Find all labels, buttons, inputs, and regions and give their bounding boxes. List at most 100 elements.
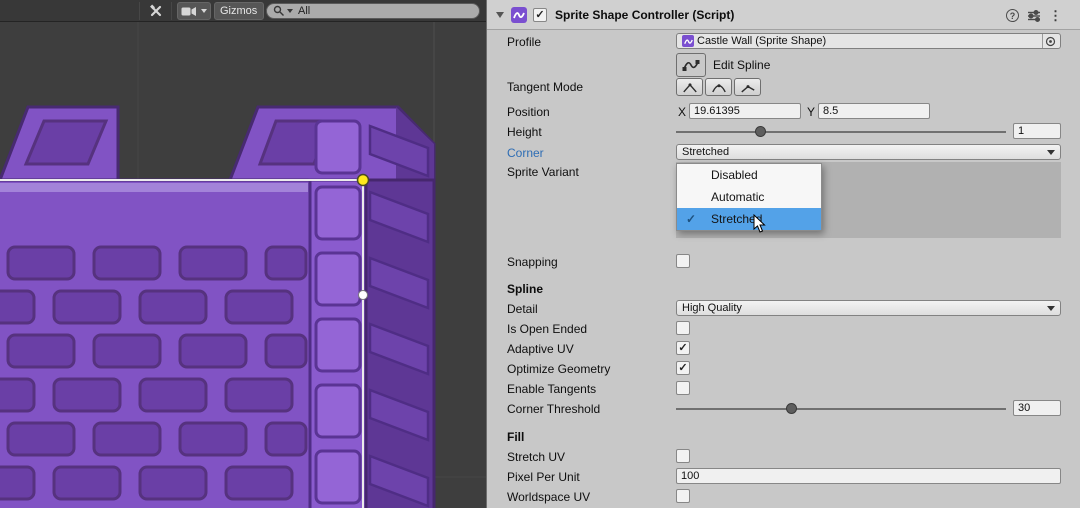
corner-dropdown[interactable]: Stretched (676, 144, 1061, 160)
scene-search-field[interactable] (266, 3, 480, 19)
tangent-mode-row: Tangent Mode (487, 78, 1080, 96)
position-y-field[interactable] (818, 103, 930, 119)
height-label: Height (507, 125, 542, 139)
edit-spline-label: Edit Spline (713, 58, 770, 72)
object-picker-icon[interactable] (1042, 34, 1058, 48)
detail-value: High Quality (682, 302, 742, 314)
component-title: Sprite Shape Controller (Script) (555, 8, 734, 22)
optimize-geometry-checkbox[interactable]: ✓ (676, 361, 690, 375)
spline-point-white[interactable] (359, 291, 368, 300)
chevron-down-icon (1047, 306, 1055, 311)
camera-icon (181, 6, 197, 17)
corner-threshold-value-field[interactable] (1013, 400, 1061, 416)
position-label: Position (507, 105, 550, 119)
is-open-ended-checkbox[interactable] (676, 321, 690, 335)
fill-section-header: Fill (507, 430, 524, 444)
slider-thumb[interactable] (786, 403, 797, 414)
corner-threshold-slider[interactable] (676, 400, 1006, 418)
pixel-per-unit-row: Pixel Per Unit (487, 468, 1080, 486)
mouse-cursor (753, 214, 767, 234)
corner-value: Stretched (682, 146, 729, 158)
inspector-panel: ✓ Sprite Shape Controller (Script) ? ⋮ P… (486, 0, 1080, 508)
component-enabled-checkbox[interactable]: ✓ (533, 8, 547, 22)
check-icon: ✓ (686, 208, 696, 230)
sprite-shape-controller-icon (511, 7, 527, 23)
gizmos-button[interactable]: Gizmos (214, 2, 264, 20)
dropdown-item-label: Automatic (711, 190, 764, 204)
spline-point-selected-yellow[interactable] (358, 175, 369, 186)
tangent-continuous-button[interactable] (705, 78, 732, 96)
gizmos-label: Gizmos (220, 5, 257, 17)
profile-label: Profile (507, 35, 541, 49)
optimize-geometry-row: Optimize Geometry ✓ (487, 360, 1080, 378)
help-icon[interactable]: ? (1006, 9, 1019, 22)
stretch-uv-label: Stretch UV (507, 450, 565, 464)
scene-view-panel: Gizmos (0, 0, 486, 508)
profile-row: Profile Castle Wall (Sprite Shape) (487, 33, 1080, 51)
search-input[interactable] (298, 5, 473, 17)
spline-section-row: Spline (487, 280, 1080, 298)
adaptive-uv-checkbox[interactable]: ✓ (676, 341, 690, 355)
toolbar-separator (139, 2, 140, 20)
scene-canvas[interactable] (0, 22, 486, 508)
search-filter-chevron-icon[interactable] (287, 9, 293, 13)
dropdown-item-stretched[interactable]: ✓ Stretched (677, 208, 821, 230)
height-value-field[interactable] (1013, 123, 1061, 139)
slider-track (676, 408, 1006, 410)
presets-icon[interactable] (1026, 8, 1041, 23)
pixel-per-unit-field[interactable] (676, 468, 1061, 484)
component-header[interactable]: ✓ Sprite Shape Controller (Script) ? ⋮ (487, 0, 1080, 30)
position-x-label: X (678, 105, 686, 119)
enable-tangents-label: Enable Tangents (507, 382, 596, 396)
chevron-down-icon (1047, 150, 1055, 155)
worldspace-uv-row: Worldspace UV (487, 488, 1080, 506)
position-x-field[interactable] (689, 103, 801, 119)
detail-row: Detail High Quality (487, 300, 1080, 318)
position-row: Position X Y (487, 103, 1080, 121)
detail-dropdown[interactable]: High Quality (676, 300, 1061, 316)
corner-threshold-label: Corner Threshold (507, 402, 600, 416)
adaptive-uv-label: Adaptive UV (507, 342, 574, 356)
corner-threshold-row: Corner Threshold (487, 400, 1080, 418)
tangent-linear-button[interactable] (676, 78, 703, 96)
toolbar-separator (171, 2, 172, 20)
profile-object-field[interactable]: Castle Wall (Sprite Shape) (676, 33, 1061, 49)
unity-editor: Gizmos (0, 0, 1080, 508)
slider-track (676, 131, 1006, 133)
camera-view-button[interactable] (177, 2, 211, 20)
pixel-per-unit-label: Pixel Per Unit (507, 470, 580, 484)
edit-spline-button[interactable] (676, 53, 706, 77)
chevron-down-icon (201, 9, 207, 13)
sprite-shape-asset-icon (682, 35, 694, 47)
scene-toolbar: Gizmos (0, 0, 486, 22)
tangent-mode-label: Tangent Mode (507, 80, 583, 94)
spline-section-header: Spline (507, 282, 543, 296)
tangent-broken-button[interactable] (734, 78, 761, 96)
corner-label: Corner (507, 146, 544, 160)
enable-tangents-row: Enable Tangents (487, 380, 1080, 398)
slider-thumb[interactable] (755, 126, 766, 137)
adaptive-uv-row: Adaptive UV ✓ (487, 340, 1080, 358)
height-slider[interactable] (676, 123, 1006, 141)
corner-dropdown-popup: Disabled Automatic ✓ Stretched (676, 163, 822, 231)
search-icon (273, 5, 285, 17)
kebab-menu-icon[interactable]: ⋮ (1048, 8, 1063, 23)
is-open-ended-label: Is Open Ended (507, 322, 587, 336)
enable-tangents-checkbox[interactable] (676, 381, 690, 395)
edit-spline-row: Edit Spline (487, 53, 1080, 77)
dropdown-item-automatic[interactable]: Automatic (677, 186, 821, 208)
sprite-variant-label: Sprite Variant (507, 165, 579, 179)
position-y-label: Y (807, 105, 815, 119)
snapping-label: Snapping (507, 255, 558, 269)
dropdown-item-disabled[interactable]: Disabled (677, 164, 821, 186)
snapping-row: Snapping (487, 253, 1080, 271)
is-open-ended-row: Is Open Ended (487, 320, 1080, 338)
worldspace-uv-checkbox[interactable] (676, 489, 690, 503)
stretch-uv-checkbox[interactable] (676, 449, 690, 463)
snapping-checkbox[interactable] (676, 254, 690, 268)
foldout-arrow-icon[interactable] (496, 12, 504, 18)
tools-icon[interactable] (144, 2, 168, 20)
dropdown-item-label: Disabled (711, 168, 758, 182)
stretch-uv-row: Stretch UV (487, 448, 1080, 466)
optimize-geometry-label: Optimize Geometry (507, 362, 610, 376)
